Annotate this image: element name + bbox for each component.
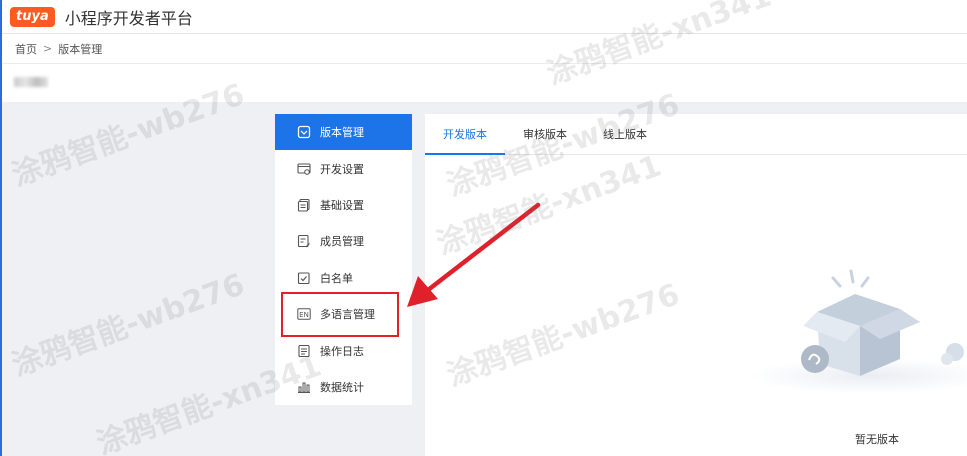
tuya-logo[interactable]: tuya [10, 6, 55, 27]
page: tuya 小程序开发者平台 首页 > 版本管理 版本管理 开发设置 基础设置 成… [0, 0, 967, 456]
account-bar [2, 64, 967, 102]
sidebar-item-label: 操作日志 [320, 344, 364, 358]
whitelist-icon [297, 271, 311, 285]
breadcrumb: 首页 > 版本管理 [2, 34, 967, 64]
sidebar-item-label: 开发设置 [320, 162, 364, 176]
breadcrumb-current: 版本管理 [58, 42, 103, 56]
sidebar-item-label: 版本管理 [320, 126, 364, 140]
log-icon [297, 344, 311, 358]
basic-settings-icon [297, 198, 311, 212]
version-tabs: 开发版本 审核版本 线上版本 [425, 114, 967, 155]
sidebar-item-logs[interactable]: 操作日志 [275, 332, 412, 368]
sidebar-item-dev-settings[interactable]: 开发设置 [275, 150, 412, 186]
sidebar-item-version[interactable]: 版本管理 [275, 114, 412, 151]
sidebar-item-whitelist[interactable]: 白名单 [275, 260, 412, 296]
stats-icon [297, 380, 311, 394]
breadcrumb-home[interactable]: 首页 [15, 41, 37, 57]
app-title: 小程序开发者平台 [64, 8, 193, 28]
tab-online-version[interactable]: 线上版本 [585, 113, 665, 154]
sidebar-item-label: 数据统计 [320, 380, 364, 394]
highlight-box [281, 292, 399, 337]
blurred-account-name [14, 77, 48, 87]
dev-settings-icon [297, 162, 311, 176]
sidebar-menu: 版本管理 开发设置 基础设置 成员管理 白名单 EN 多语言管理 操作日志 数据… [275, 114, 412, 405]
sidebar-item-members[interactable]: 成员管理 [275, 223, 412, 259]
sidebar-item-label: 基础设置 [320, 198, 364, 212]
members-icon [297, 234, 311, 248]
empty-box-icon [750, 269, 967, 394]
sidebar-item-label: 成员管理 [320, 235, 364, 249]
sidebar-item-basic-settings[interactable]: 基础设置 [275, 187, 412, 223]
sidebar-item-stats[interactable]: 数据统计 [275, 369, 412, 405]
breadcrumb-separator: > [43, 42, 53, 55]
sidebar-item-label: 白名单 [320, 271, 353, 285]
top-header: tuya 小程序开发者平台 [2, 0, 967, 34]
tab-dev-version[interactable]: 开发版本 [425, 113, 505, 155]
content-panel: 开发版本 审核版本 线上版本 暂无版本 [425, 114, 967, 456]
empty-state-text: 暂无版本 [855, 433, 899, 446]
tab-review-version[interactable]: 审核版本 [505, 113, 585, 154]
version-icon [297, 125, 311, 139]
